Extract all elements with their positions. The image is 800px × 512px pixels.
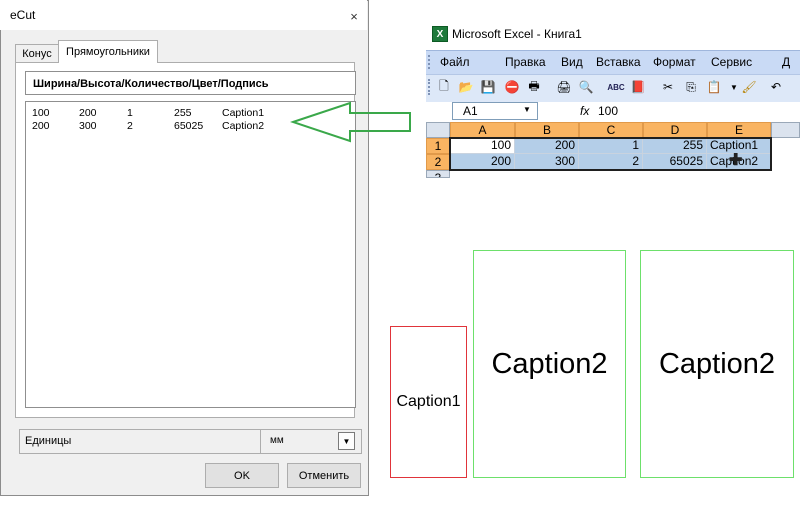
column-header-e[interactable]: E <box>707 122 771 138</box>
rectangle-label: Caption2 <box>491 347 608 380</box>
menubar-grip <box>428 55 434 69</box>
cancel-button[interactable]: Отменить <box>287 463 361 488</box>
row-header-3[interactable]: 3 <box>426 170 450 178</box>
rectangle-label: Caption2 <box>658 347 776 380</box>
menu-edit[interactable]: Правка <box>505 55 546 69</box>
print-icon[interactable]: 🖨 <box>556 79 572 95</box>
spellcheck-icon[interactable]: ABC <box>607 79 624 95</box>
column-header-c[interactable]: C <box>579 122 643 138</box>
dialog-titlebar <box>0 0 367 30</box>
data-list[interactable]: 100 200 1 255 Caption1 200 300 2 65025 C… <box>25 101 356 408</box>
cell-cursor-icon: ✚ <box>729 152 743 169</box>
menu-insert[interactable]: Вставка <box>596 55 641 69</box>
copy-icon[interactable]: ⎘ <box>683 79 699 95</box>
research-book-icon[interactable]: 📕 <box>630 79 646 95</box>
fx-icon[interactable]: fx <box>580 104 589 118</box>
chevron-down-icon[interactable]: ▼ <box>338 432 355 450</box>
selection-border <box>449 137 772 171</box>
list-cell: 2 <box>127 120 133 132</box>
row-header-1[interactable]: 1 <box>426 138 450 154</box>
list-cell: 255 <box>174 107 192 119</box>
list-cell: 65025 <box>174 120 204 132</box>
tab-rectangles[interactable]: Прямоугольники <box>58 40 158 63</box>
format-painter-icon[interactable]: 🖌 <box>741 79 757 95</box>
paste-icon[interactable]: 📋 <box>706 79 722 95</box>
formula-input[interactable]: 100 <box>598 104 618 118</box>
research-icon[interactable]: 🔍 <box>578 79 594 95</box>
chevron-down-icon[interactable]: ▼ <box>523 105 531 114</box>
list-cell: Caption1 <box>222 107 265 119</box>
cut-icon[interactable]: ✂ <box>660 79 676 95</box>
list-cell: 300 <box>79 120 97 132</box>
menu-data[interactable]: Д <box>782 55 790 69</box>
list-cell: 100 <box>32 107 50 119</box>
column-header-a[interactable]: A <box>450 122 515 138</box>
dialog-title: eCut <box>10 8 36 22</box>
close-icon[interactable]: × <box>346 8 362 24</box>
list-cell: 200 <box>32 120 50 132</box>
ok-button[interactable]: OK <box>205 463 279 488</box>
arrow-left-icon <box>290 101 411 143</box>
excel-logo-icon: X <box>432 26 448 42</box>
print-preview-icon[interactable]: 🖶 <box>526 79 542 95</box>
column-header-f[interactable] <box>771 122 800 138</box>
menu-view[interactable]: Вид <box>561 55 583 69</box>
undo-icon[interactable]: ↶ <box>768 79 784 95</box>
excel-title: Microsoft Excel - Книга1 <box>452 27 582 41</box>
rectangle-caption2: Caption2 <box>473 250 626 478</box>
column-header-d[interactable]: D <box>643 122 707 138</box>
row-header-2[interactable]: 2 <box>426 154 450 170</box>
menu-file[interactable]: Файл <box>440 55 470 69</box>
permission-icon[interactable]: ⛔ <box>504 79 520 95</box>
menu-format[interactable]: Формат <box>653 55 696 69</box>
columns-header: Ширина/Высота/Количество/Цвет/Подпись <box>25 71 356 95</box>
rectangle-caption1: Caption1 <box>390 326 467 478</box>
rectangle-caption2: Caption2 <box>640 250 794 478</box>
units-label: Единицы <box>25 435 72 447</box>
toolbar-grip <box>428 79 434 95</box>
open-icon[interactable]: 📂 <box>458 79 474 95</box>
list-cell: 1 <box>127 107 133 119</box>
menu-tools[interactable]: Сервис <box>711 55 752 69</box>
rectangle-label: Caption1 <box>396 393 461 410</box>
select-all-corner[interactable] <box>426 122 450 138</box>
paste-dropdown-icon[interactable]: ▼ <box>726 79 742 95</box>
list-cell: 200 <box>79 107 97 119</box>
column-header-b[interactable]: B <box>515 122 579 138</box>
save-icon[interactable]: 💾 <box>480 79 496 95</box>
units-value: мм <box>270 435 284 446</box>
tab-konus[interactable]: Конус <box>15 44 59 62</box>
list-cell: Caption2 <box>222 120 265 132</box>
new-icon[interactable]: 🗋 <box>436 79 452 95</box>
